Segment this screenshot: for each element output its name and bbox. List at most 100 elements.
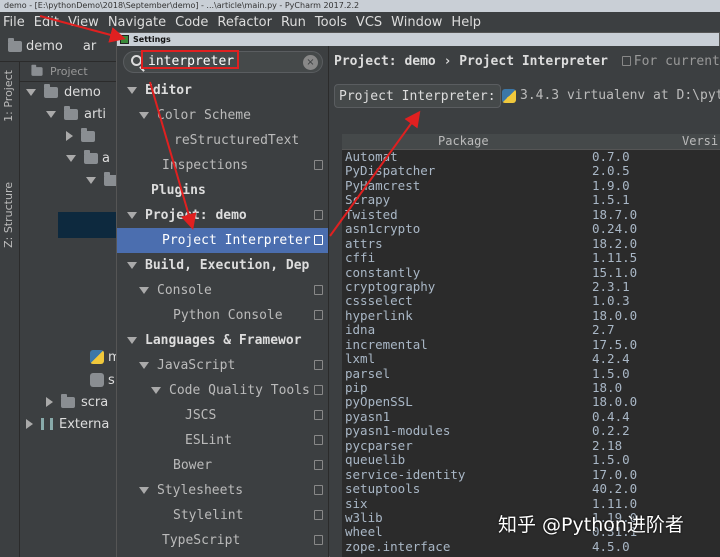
- tree-label: JSCS: [185, 408, 217, 423]
- package-row[interactable]: PyHamcrest 1.9.0: [342, 178, 720, 193]
- project-scope-icon: [314, 160, 323, 170]
- tree-jscs[interactable]: JSCS: [117, 403, 328, 428]
- menu-refactor[interactable]: Refactor: [217, 15, 272, 30]
- menu-navigate[interactable]: Navigate: [108, 15, 166, 30]
- package-row[interactable]: zope.interface 4.5.0: [342, 538, 720, 554]
- menu-help[interactable]: Help: [451, 15, 481, 30]
- tree-label: Project Interpreter: [162, 233, 311, 248]
- package-row[interactable]: hyperlink 18.0.0: [342, 308, 720, 323]
- package-row[interactable]: pyasn1-modules 0.2.2: [342, 423, 720, 439]
- package-row[interactable]: pyOpenSSL 18.0.0: [342, 394, 720, 410]
- project-scope-icon: [314, 410, 323, 420]
- menu-window[interactable]: Window: [391, 15, 442, 30]
- package-version: 18.0: [592, 380, 623, 395]
- package-name: six: [345, 495, 368, 511]
- package-row[interactable]: cffi 1.11.5: [342, 250, 720, 265]
- menu-file[interactable]: File: [3, 15, 25, 30]
- packages-table-body: Automat 0.7.0 PyDispatcher 2.0.5 PyHamcrest 1…: [342, 149, 720, 554]
- tree-item-settings-py[interactable]: s: [90, 369, 115, 391]
- column-version[interactable]: Versi: [682, 134, 718, 148]
- expand-arrow-icon: [139, 487, 149, 494]
- tree-project-interpreter[interactable]: Project Interpreter: [117, 228, 328, 253]
- column-package[interactable]: Package: [438, 134, 489, 148]
- tree-inspections[interactable]: Inspections: [117, 153, 328, 178]
- package-row[interactable]: pip 18.0: [342, 380, 720, 395]
- menu-edit[interactable]: Edit: [34, 15, 59, 30]
- tree-plugins[interactable]: Plugins: [117, 178, 328, 203]
- package-row[interactable]: pyasn1 0.4.4: [342, 409, 720, 424]
- window-title-bar: demo - [E:\pythonDemo\2018\September\dem…: [0, 0, 720, 12]
- tree-label: TypeScript: [162, 533, 241, 548]
- package-row[interactable]: six 1.11.0: [342, 495, 720, 511]
- watermark-text: 知乎 @Python进阶者: [498, 514, 684, 536]
- package-name: zope.interface: [345, 538, 451, 554]
- package-row[interactable]: incremental 17.5.0: [342, 337, 720, 352]
- tree-item-article[interactable]: arti: [46, 103, 106, 125]
- package-row[interactable]: cssselect 1.0.3: [342, 293, 720, 308]
- python-icon: [502, 88, 516, 103]
- package-row[interactable]: service-identity 17.0.0: [342, 467, 720, 482]
- tree-item-folder-a[interactable]: a: [66, 147, 110, 169]
- tree-item-label: arti: [84, 106, 107, 122]
- folder-icon: [8, 38, 22, 52]
- tree-color-scheme[interactable]: Color Scheme: [117, 103, 328, 128]
- package-row[interactable]: PyDispatcher 2.0.5: [342, 163, 720, 179]
- package-row[interactable]: cryptography 2.3.1: [342, 279, 720, 294]
- tree-stylelint[interactable]: Stylelint: [117, 503, 328, 528]
- package-name: wheel: [345, 524, 383, 540]
- folder-icon: [84, 149, 98, 164]
- nav-crumb-article[interactable]: ar: [83, 39, 96, 54]
- project-tool-tab[interactable]: 1: Project: [2, 70, 15, 122]
- tree-code-quality-tools[interactable]: Code Quality Tools: [117, 378, 328, 403]
- package-row[interactable]: parsel 1.5.0: [342, 366, 720, 381]
- tree-eslint[interactable]: ESLint: [117, 428, 328, 453]
- menu-vcs[interactable]: VCS: [356, 15, 382, 30]
- menu-tools[interactable]: Tools: [315, 15, 347, 30]
- package-row[interactable]: constantly 15.1.0: [342, 265, 720, 280]
- tree-stylesheets[interactable]: Stylesheets: [117, 478, 328, 503]
- tree-typescript[interactable]: TypeScript: [117, 528, 328, 553]
- menu-run[interactable]: Run: [281, 15, 306, 30]
- package-row[interactable]: asn1crypto 0.24.0: [342, 221, 720, 236]
- package-row[interactable]: pycparser 2.18: [342, 438, 720, 453]
- tree-bower[interactable]: Bower: [117, 453, 328, 478]
- clear-search-icon[interactable]: ×: [303, 55, 318, 70]
- tree-item-external-libraries[interactable]: Externa: [26, 413, 109, 435]
- package-row[interactable]: Twisted 18.7.0: [342, 207, 720, 222]
- package-row[interactable]: Scrapy 1.5.1: [342, 192, 720, 207]
- nav-crumb-demo[interactable]: demo: [26, 39, 63, 54]
- tree-languages-frameworks[interactable]: Languages & Framewor: [117, 328, 328, 353]
- package-row[interactable]: lxml 4.2.4: [342, 351, 720, 366]
- expand-arrow-icon: [139, 362, 149, 369]
- package-row[interactable]: Automat 0.7.0: [342, 149, 720, 164]
- menu-view[interactable]: View: [68, 15, 99, 30]
- tree-editor[interactable]: Editor: [117, 78, 328, 103]
- package-name: pyOpenSSL: [345, 394, 413, 410]
- tree-build-execution[interactable]: Build, Execution, Dep: [117, 253, 328, 278]
- tree-item-subfolder[interactable]: [86, 169, 118, 191]
- menu-code[interactable]: Code: [175, 15, 208, 30]
- tree-project-demo[interactable]: Project: demo: [117, 203, 328, 228]
- package-row[interactable]: attrs 18.2.0: [342, 235, 720, 251]
- interpreter-value: 3.4.3 virtualenv at D:\pyth: [520, 88, 720, 103]
- tree-restructuredtext[interactable]: reStructuredText: [117, 128, 328, 153]
- package-version: 2.0.5: [592, 163, 630, 179]
- tree-label: Stylelint: [173, 508, 244, 523]
- breadcrumb-separator: ›: [443, 54, 452, 69]
- tree-javascript[interactable]: JavaScript: [117, 353, 328, 378]
- tree-item-folder[interactable]: [66, 125, 95, 147]
- tree-item-scrapy[interactable]: scra: [46, 391, 108, 413]
- package-version: 0.2.2: [592, 423, 630, 439]
- package-row[interactable]: setuptools 40.2.0: [342, 481, 720, 496]
- scope-note-text: For current: [633, 54, 720, 69]
- structure-tool-tab[interactable]: Z: Structure: [2, 182, 15, 248]
- package-row[interactable]: queuelib 1.5.0: [342, 452, 720, 467]
- interpreter-select[interactable]: 3.4.3 virtualenv at D:\pyth: [502, 88, 720, 103]
- menu-bar: File Edit View Navigate Code Refactor Ru…: [0, 12, 720, 32]
- tree-console[interactable]: Console: [117, 278, 328, 303]
- tree-python-console[interactable]: Python Console: [117, 303, 328, 328]
- tree-label: Color Scheme: [157, 108, 251, 123]
- package-row[interactable]: idna 2.7: [342, 322, 720, 337]
- package-name: attrs: [345, 235, 383, 251]
- tree-item-demo[interactable]: demo: [26, 81, 101, 103]
